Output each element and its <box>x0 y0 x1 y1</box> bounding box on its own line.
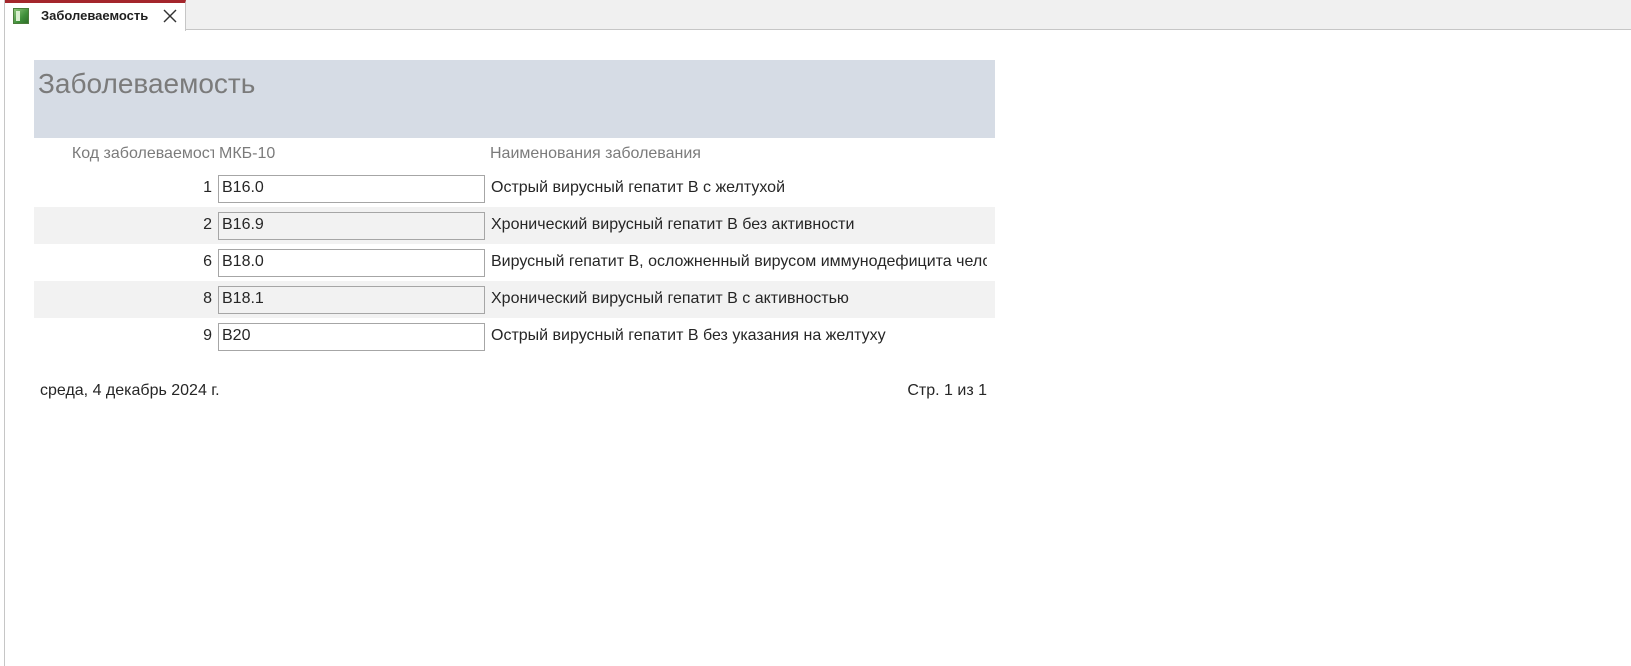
mkb-cell[interactable]: B18.0 <box>218 249 485 277</box>
table-row: 6 B18.0 Вирусный гепатит B, осложненный … <box>34 244 995 281</box>
page-number: Стр. 1 из 1 <box>907 382 987 399</box>
column-header-code-label: Код заболеваемости <box>71 145 214 162</box>
code-cell: 2 <box>203 216 212 233</box>
column-header-code: Код заболеваемости <box>34 145 214 163</box>
mkb-cell[interactable]: B16.9 <box>218 212 485 240</box>
report-icon <box>13 8 29 24</box>
table-row: 8 B18.1 Хронический вирусный гепатит B с… <box>34 281 995 318</box>
tab-report[interactable]: Заболеваемость <box>5 0 186 31</box>
table-row: 2 B16.9 Хронический вирусный гепатит B б… <box>34 207 995 244</box>
code-cell: 9 <box>203 327 212 344</box>
column-header-name: Наименования заболевания <box>490 145 701 162</box>
report-header: Заболеваемость <box>34 60 995 138</box>
code-cell: 6 <box>203 253 212 270</box>
report-page: Заболеваемость Код заболеваемости МКБ-10… <box>34 60 995 400</box>
disease-name-cell: Хронический вирусный гепатит B без актив… <box>491 216 855 233</box>
access-report-window: Заболеваемость Заболеваемость Код заболе… <box>0 0 1631 666</box>
mkb-cell[interactable]: B20 <box>218 323 485 351</box>
column-header-mkb: МКБ-10 <box>219 145 276 162</box>
table-row: 1 B16.0 Острый вирусный гепатит B с желт… <box>34 170 995 207</box>
window-left-border <box>4 0 5 666</box>
mkb-cell[interactable]: B16.0 <box>218 175 485 203</box>
disease-name-cell: Острый вирусный гепатит B без указания н… <box>491 327 886 344</box>
code-cell: 1 <box>203 179 212 196</box>
disease-name-cell: Острый вирусный гепатит B с желтухой <box>491 179 786 196</box>
document-tab-strip: Заболеваемость <box>5 0 1631 31</box>
code-cell: 8 <box>203 290 212 307</box>
disease-name-cell: Вирусный гепатит B, осложненный вирусом … <box>491 253 987 270</box>
report-title: Заболеваемость <box>38 68 256 99</box>
tab-label: Заболеваемость <box>41 8 149 23</box>
table-row: 9 B20 Острый вирусный гепатит B без указ… <box>34 318 995 355</box>
mkb-cell[interactable]: B18.1 <box>218 286 485 314</box>
close-icon[interactable] <box>161 7 179 25</box>
report-date: среда, 4 декабрь 2024 г. <box>40 382 220 399</box>
disease-name-cell: Хронический вирусный гепатит B с активно… <box>491 290 849 307</box>
